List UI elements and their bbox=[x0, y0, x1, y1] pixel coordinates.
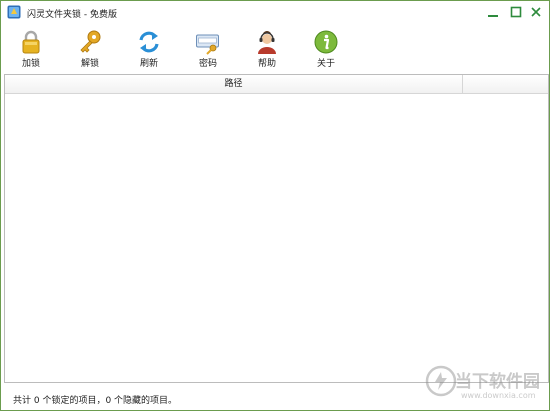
toolbar: 加锁 解锁 刷新 密码 帮助 关于 bbox=[1, 29, 549, 71]
maximize-button[interactable] bbox=[508, 5, 524, 19]
password-button[interactable]: 密码 bbox=[188, 29, 228, 71]
unlock-label: 解锁 bbox=[80, 59, 99, 69]
close-button[interactable] bbox=[528, 5, 544, 19]
app-window: 闪灵文件夹锁 - 免费版 加锁 解锁 刷新 密码 帮助 关于 路径 共计 0 个… bbox=[0, 0, 550, 411]
padlock-icon bbox=[22, 30, 40, 54]
about-label: 关于 bbox=[316, 59, 335, 69]
status-text: 共计 0 个锁定的项目，0 个隐藏的项目。 bbox=[13, 396, 178, 406]
help-button[interactable]: 帮助 bbox=[247, 29, 287, 71]
column-header-extra[interactable] bbox=[463, 75, 548, 93]
key-icon bbox=[80, 30, 101, 53]
watermark-sub: www.downxia.com bbox=[461, 391, 536, 400]
minimize-icon bbox=[488, 15, 498, 17]
column-header-path[interactable]: 路径 bbox=[5, 75, 463, 93]
maximize-icon bbox=[510, 6, 522, 18]
list-body[interactable] bbox=[5, 94, 548, 382]
refresh-button[interactable]: 刷新 bbox=[129, 29, 169, 71]
about-button[interactable]: 关于 bbox=[306, 29, 346, 71]
refresh-label: 刷新 bbox=[139, 59, 158, 69]
password-icon bbox=[196, 34, 219, 55]
refresh-icon bbox=[139, 31, 159, 53]
lock-label: 加锁 bbox=[21, 59, 40, 69]
app-icon bbox=[7, 5, 21, 19]
watermark-main: 当下软件园 bbox=[455, 372, 540, 392]
title-bar[interactable]: 闪灵文件夹锁 - 免费版 bbox=[1, 1, 549, 25]
watermark-logo bbox=[425, 365, 457, 397]
password-label: 密码 bbox=[198, 59, 217, 69]
watermark: 当下软件园 www.downxia.com bbox=[425, 365, 545, 407]
list-header: 路径 bbox=[5, 75, 548, 94]
window-title: 闪灵文件夹锁 - 免费版 bbox=[27, 10, 117, 20]
locked-items-list[interactable]: 路径 bbox=[4, 74, 549, 383]
lock-button[interactable]: 加锁 bbox=[11, 29, 51, 71]
info-icon bbox=[314, 30, 338, 54]
close-icon bbox=[531, 7, 541, 17]
minimize-button[interactable] bbox=[485, 5, 501, 19]
help-label: 帮助 bbox=[257, 59, 276, 69]
unlock-button[interactable]: 解锁 bbox=[70, 29, 110, 71]
help-agent-icon bbox=[258, 31, 276, 54]
